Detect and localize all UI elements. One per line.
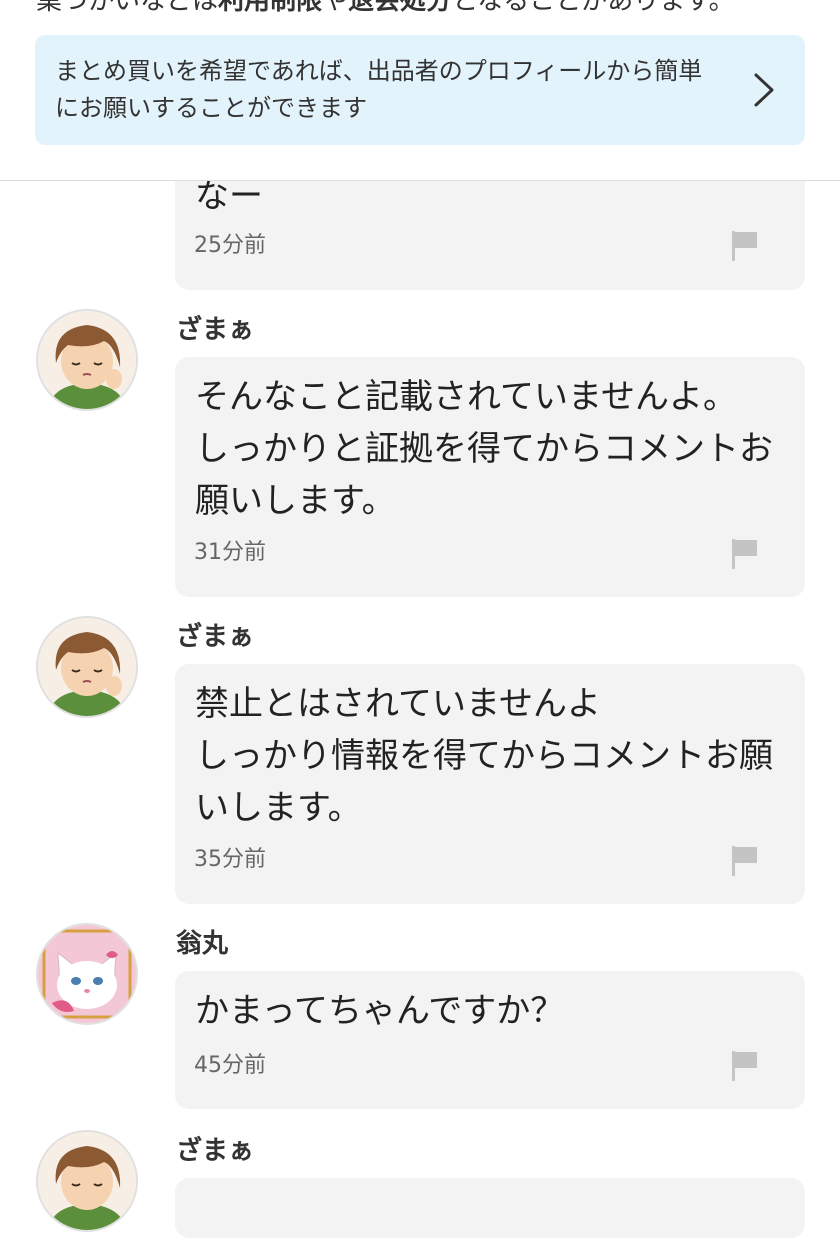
sleepy-person-avatar-icon <box>38 1132 136 1230</box>
comment-text: そんなこと記載されていませんよ。 しっかりと証拠を得てからコメントお願いします。 <box>195 377 773 521</box>
notice-text-1: 業づかいなどは <box>36 0 219 16</box>
notice-bold-withdrawal: 退会処分 <box>348 0 453 16</box>
notice-bold-restriction: 利用制限 <box>218 0 323 16</box>
bundle-purchase-banner[interactable]: まとめ買いを希望であれば、出品者のプロフィールから簡単にお願いすることができます <box>35 35 805 145</box>
report-flag-icon[interactable] <box>732 846 758 876</box>
chevron-right-icon <box>754 73 774 107</box>
avatar[interactable] <box>36 1130 138 1232</box>
comment-bubble: そんなこと記載されていませんよ。 しっかりと証拠を得てからコメントお願いします。… <box>175 357 805 597</box>
report-flag-icon[interactable] <box>732 1051 758 1081</box>
bundle-banner-text: まとめ買いを希望であれば、出品者のプロフィールから簡単にお願いすることができます <box>55 57 703 122</box>
report-flag-icon[interactable] <box>732 231 758 261</box>
username[interactable]: 翁丸 <box>176 929 228 959</box>
comment-timestamp: 25分前 <box>194 233 266 258</box>
avatar[interactable] <box>36 309 138 411</box>
comment-bubble: かまってちゃんですか？ 45分前 <box>175 971 805 1109</box>
sleepy-person-avatar-icon <box>38 311 136 409</box>
comment-timestamp: 31分前 <box>194 540 266 565</box>
report-flag-icon[interactable] <box>732 539 758 569</box>
comment-text: かまってちゃんですか？ <box>195 991 565 1031</box>
username[interactable]: ざまぁ <box>176 315 254 345</box>
username[interactable]: ざまぁ <box>176 622 254 652</box>
notice-text-2: や <box>322 0 349 16</box>
notice-text-3: となることがあります。 <box>452 0 735 16</box>
comment-bubble: 禁止とはされていませんよ しっかり情報を得てからコメントお願いします。 35分前 <box>175 664 805 904</box>
comment-bubble <box>175 1178 805 1238</box>
username[interactable]: ざまぁ <box>176 1136 254 1166</box>
comment-text: 禁止とはされていませんよ しっかり情報を得てからコメントお願いします。 <box>195 684 773 828</box>
comment-timestamp: 35分前 <box>194 847 266 872</box>
white-cat-avatar-icon <box>38 925 136 1023</box>
avatar[interactable] <box>36 923 138 1025</box>
sleepy-person-avatar-icon <box>38 618 136 716</box>
comment-timestamp: 45分前 <box>194 1053 266 1078</box>
avatar[interactable] <box>36 616 138 718</box>
notice-header: 業づかいなどは利用制限や退会処分となることがあります。 まとめ買いを希望であれば… <box>0 0 840 181</box>
usage-notice: 業づかいなどは利用制限や退会処分となることがあります。 <box>36 0 735 18</box>
